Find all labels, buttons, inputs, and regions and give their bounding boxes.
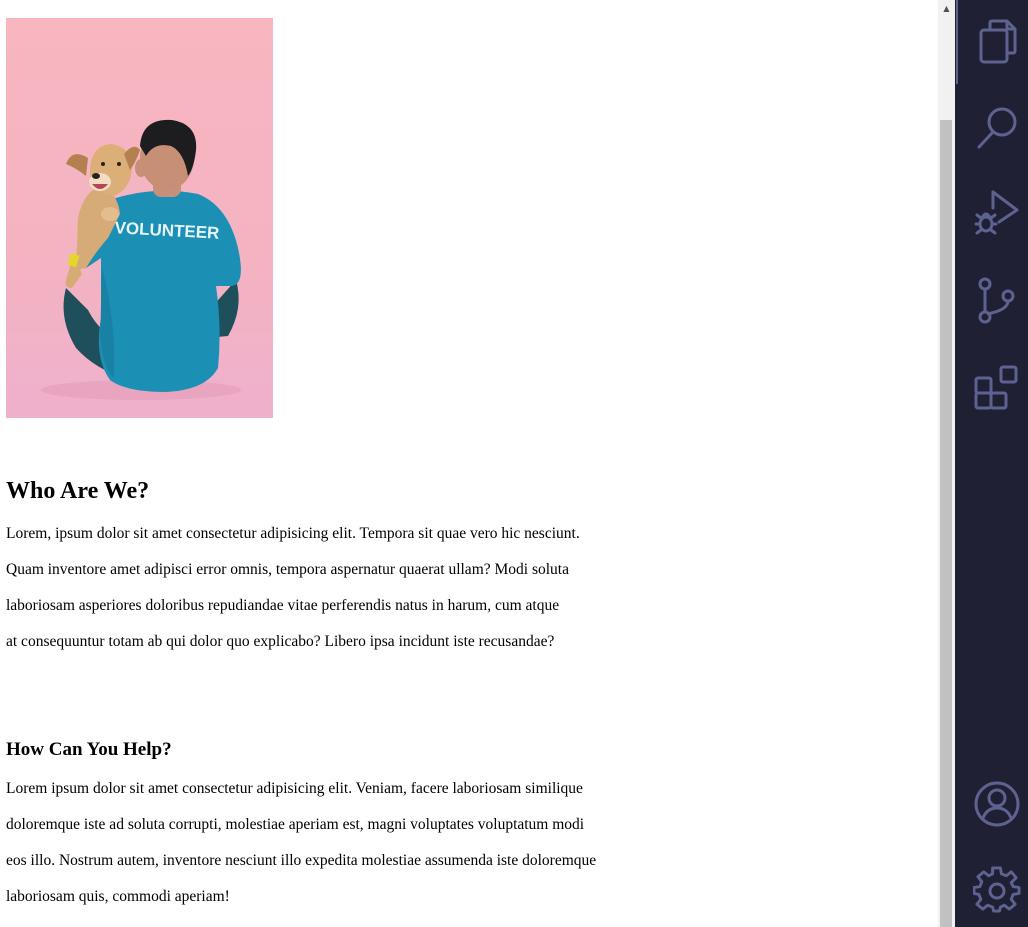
explorer-icon[interactable]: [973, 18, 1021, 66]
paragraph-line: eos illo. Nostrum autem, inventore nesci…: [6, 852, 597, 869]
source-control-icon[interactable]: [973, 276, 1021, 324]
volunteer-photo: VOLUNTEER: [6, 18, 273, 418]
paragraph-line: laboriosam quis, commodi aperiam!: [6, 888, 230, 905]
active-indicator: [956, 0, 958, 84]
paragraph-line: Lorem, ipsum dolor sit amet consectetur …: [6, 525, 580, 542]
settings-gear-icon[interactable]: [973, 866, 1021, 914]
who-are-we-heading: Who Are We?: [6, 478, 150, 504]
search-icon[interactable]: [973, 104, 1021, 152]
extensions-icon[interactable]: [973, 364, 1021, 412]
run-debug-icon[interactable]: [973, 188, 1021, 236]
activity-bar: [955, 0, 1028, 927]
scroll-up-arrow[interactable]: ▲: [938, 0, 955, 17]
paragraph-line: Quam inventore amet adipisci error omnis…: [6, 561, 569, 578]
paragraph-line: doloremque iste ad soluta corrupti, mole…: [6, 816, 585, 833]
how-can-you-help-heading: How Can You Help?: [6, 739, 172, 760]
paragraph-line: at consequuntur totam ab qui dolor quo e…: [6, 633, 555, 650]
page-content: VOLUNTEER Who Are We? Lorem, ipsum dolor…: [0, 0, 938, 927]
paragraph-line: laboriosam asperiores doloribus repudian…: [6, 597, 560, 614]
vertical-scrollbar[interactable]: ▲: [938, 0, 955, 927]
who-are-we-paragraph: Lorem, ipsum dolor sit amet consectetur …: [6, 516, 580, 660]
account-icon[interactable]: [973, 780, 1021, 828]
how-can-you-help-paragraph: Lorem ipsum dolor sit amet consectetur a…: [6, 771, 596, 915]
scrollbar-thumb[interactable]: [940, 120, 952, 927]
paragraph-line: Lorem ipsum dolor sit amet consectetur a…: [6, 780, 583, 797]
